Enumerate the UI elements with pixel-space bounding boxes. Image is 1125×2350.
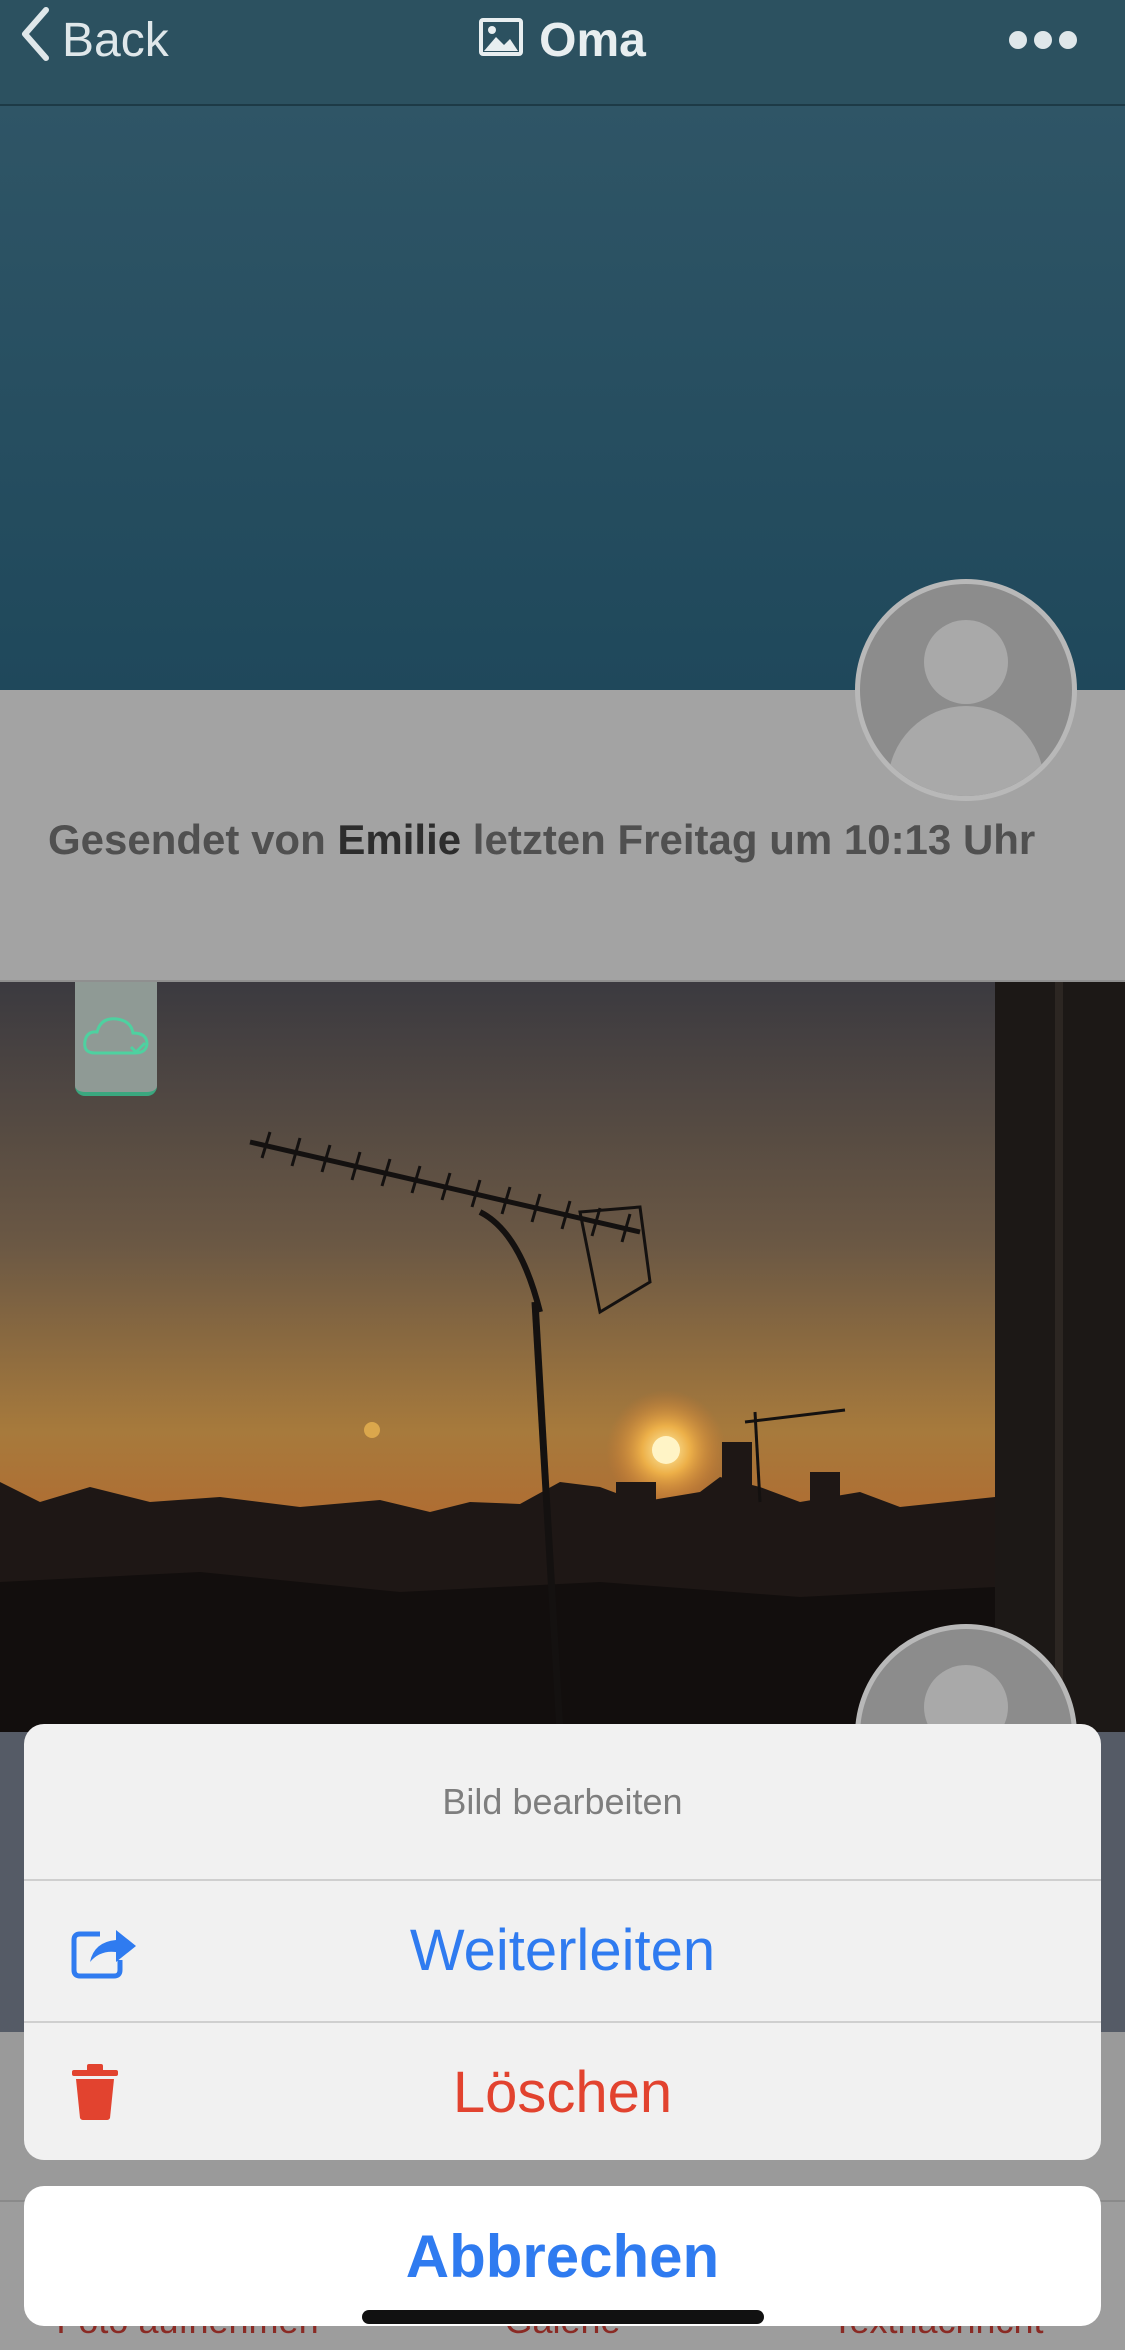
forward-label: Weiterleiten [409,1917,716,1983]
message-caption: Gesendet von Emilie letzten Freitag um 1… [48,810,1038,870]
share-icon [70,1880,140,2020]
navigation-bar: Back Oma [0,0,1125,106]
action-sheet-title: Bild bearbeiten [442,1780,683,1822]
upload-status-tag [75,982,157,1096]
cancel-button[interactable]: Abbrechen [24,2186,1101,2326]
chat-title[interactable]: Oma [0,0,1125,80]
delete-label: Löschen [452,2059,673,2125]
forward-button[interactable]: Weiterleiten [24,1880,1101,2020]
delete-button[interactable]: Löschen [24,2022,1101,2160]
caption-suffix: letzten Freitag um 10:13 Uhr [461,816,1036,863]
cloud-check-icon [81,1013,151,1062]
caption-prefix: Gesendet von [48,816,338,863]
trash-icon [70,2022,120,2160]
action-sheet: Bild bearbeiten Weiterleiten Löschen [24,1724,1101,2160]
home-indicator[interactable] [362,2310,764,2324]
chat-title-label: Oma [539,13,646,67]
caption-sender: Emilie [337,816,462,863]
image-icon [479,13,524,68]
ellipsis-icon[interactable] [1009,20,1077,60]
sender-avatar[interactable] [855,579,1077,801]
message-photo-sunset[interactable] [0,982,1125,1732]
